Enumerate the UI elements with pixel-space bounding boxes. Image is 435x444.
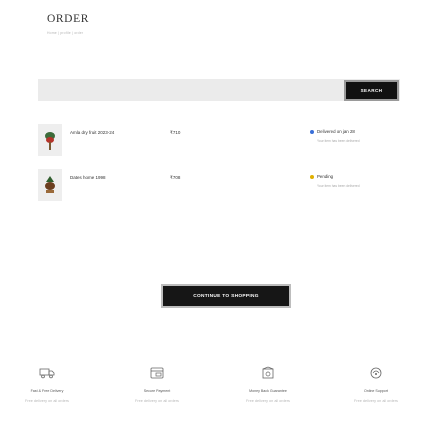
- money-back-icon: [262, 366, 274, 379]
- feature-desc: Free delivery on all orders: [246, 399, 290, 403]
- order-status: Pending: [310, 174, 333, 179]
- order-status-note: Your item has been delivered: [317, 139, 360, 143]
- feature-item: Fast & Free Delivery Free delivery on al…: [2, 366, 92, 403]
- order-item-name[interactable]: Amla dry fruit 2023-24: [70, 130, 114, 135]
- card-payment-icon: [150, 367, 164, 379]
- order-item-name[interactable]: Dates home 1998: [70, 175, 106, 180]
- product-thumbnail[interactable]: [38, 169, 62, 201]
- order-status: Delivered on jan 28: [310, 129, 355, 134]
- product-image-icon: [45, 132, 55, 150]
- search-button[interactable]: SEARCH: [344, 80, 399, 101]
- feature-title: Money Back Guarantee: [249, 389, 287, 393]
- feature-desc: Free delivery on all orders: [354, 399, 398, 403]
- support-icon: [370, 367, 382, 379]
- feature-desc: Free delivery on all orders: [135, 399, 179, 403]
- order-row: Dates home 1998 ₹708 Pending Your item h…: [38, 169, 400, 201]
- feature-item: Online Support Free delivery on all orde…: [331, 366, 421, 403]
- order-item-price: ₹708: [170, 175, 181, 180]
- feature-item: Secure Payment Free delivery on all orde…: [112, 366, 202, 403]
- continue-shopping-button[interactable]: CONTINUE TO SHOPPING: [161, 284, 291, 308]
- truck-icon: [39, 368, 55, 379]
- features-bar: Fast & Free Delivery Free delivery on al…: [0, 366, 435, 426]
- feature-title: Online Support: [364, 389, 388, 393]
- product-thumbnail[interactable]: [38, 124, 62, 156]
- status-dot-icon: [310, 129, 314, 134]
- feature-title: Fast & Free Delivery: [30, 389, 64, 393]
- product-image-icon: [45, 176, 55, 193]
- status-dot-icon: [310, 174, 314, 179]
- feature-title: Secure Payment: [143, 389, 171, 393]
- feature-desc: Free delivery on all orders: [25, 399, 69, 403]
- order-status-note: Your item has been delivered: [317, 184, 360, 188]
- order-row: Amla dry fruit 2023-24 ₹710 Delivered on…: [38, 124, 400, 156]
- page-title: ORDER: [47, 13, 89, 25]
- order-status-label: Pending: [317, 174, 334, 179]
- breadcrumb[interactable]: Home | profile | order: [47, 31, 83, 35]
- order-status-label: Delivered on jan 28: [317, 129, 355, 134]
- order-item-price: ₹710: [170, 130, 181, 135]
- feature-item: Money Back Guarantee Free delivery on al…: [223, 366, 313, 403]
